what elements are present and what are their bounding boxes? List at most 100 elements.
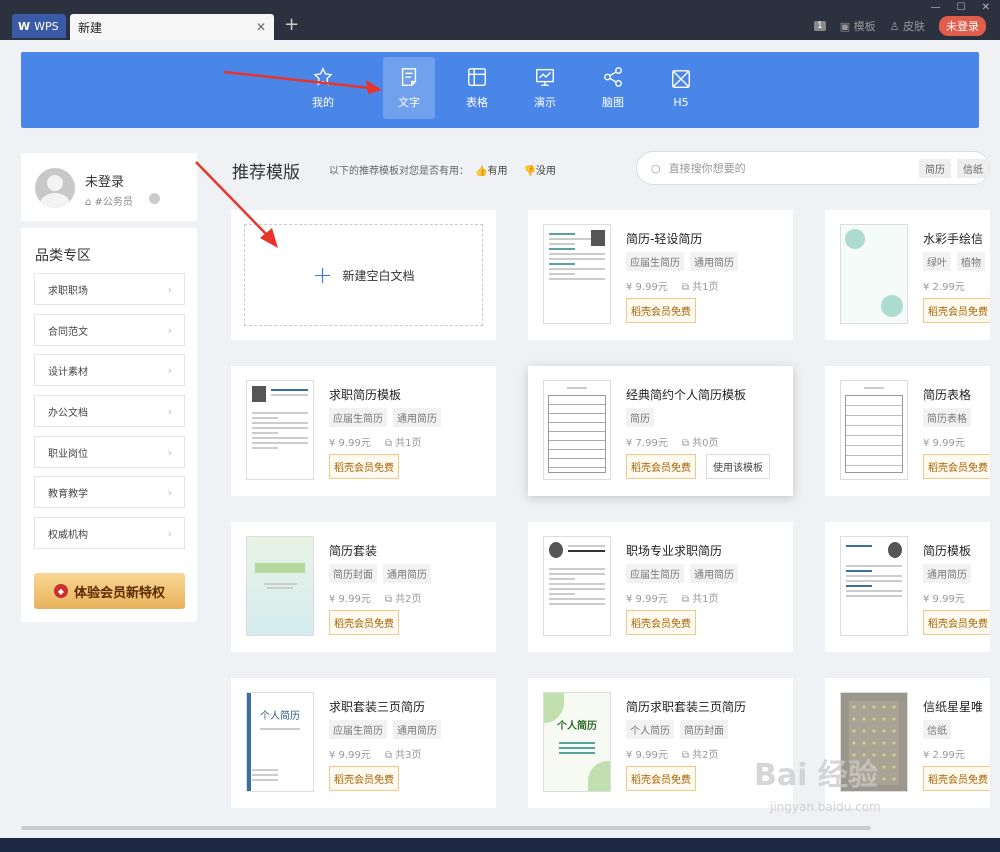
chevron-right-icon: ›	[167, 445, 172, 459]
sidebar-categories: 品类专区 求职职场 › 合同范文 › 设计素材 › 办公文档 › 职业岗位 › 教育教学 ›…	[21, 228, 197, 622]
template-button[interactable]: ▣ 模板	[840, 18, 876, 34]
category-h5[interactable]: H5	[655, 57, 707, 119]
template-price: ¥ 9.99元	[626, 282, 668, 293]
template-tag[interactable]: 应届生简历	[329, 408, 387, 427]
template-card[interactable]: 水彩手绘信 绿叶 植物 ¥ 2.99元 稻壳会员免费	[825, 210, 990, 340]
sidebar-item-label: 求职职场	[48, 285, 88, 297]
sidebar-item-authority[interactable]: 权威机构 ›	[34, 517, 185, 549]
template-thumbnail: 个人简历	[543, 692, 611, 792]
vip-free-badge[interactable]: 稻壳会员免费	[626, 766, 696, 791]
tab-new[interactable]: 新建 ✕	[70, 14, 274, 40]
maximize-icon[interactable]: ☐	[957, 2, 966, 13]
useless-button[interactable]: 👎没用	[523, 162, 555, 177]
close-tab-icon[interactable]: ✕	[256, 20, 266, 34]
login-button[interactable]: 未登录	[939, 16, 986, 36]
new-tab-button[interactable]: +	[284, 14, 299, 35]
horizontal-scrollbar[interactable]	[21, 826, 871, 830]
template-tag[interactable]: 简历封面	[680, 720, 728, 739]
template-tag[interactable]: 简历表格	[923, 408, 971, 427]
sidebar-item-contract[interactable]: 合同范文 ›	[34, 314, 185, 346]
skin-button[interactable]: ♙ 皮肤	[890, 18, 925, 34]
baidu-watermark-url: jingyan.baidu.com	[770, 800, 881, 814]
new-blank-document-card[interactable]: + 新建空白文档	[231, 210, 496, 340]
template-tag[interactable]: 应届生简历	[329, 720, 387, 739]
category-label: 脑图	[602, 96, 624, 109]
template-tag[interactable]: 信纸	[923, 720, 951, 739]
template-tag[interactable]: 简历封面	[329, 564, 377, 583]
sidebar-item-office[interactable]: 办公文档 ›	[34, 395, 185, 427]
template-tag[interactable]: 通用简历	[923, 564, 971, 583]
template-thumbnail	[840, 380, 908, 480]
chevron-right-icon: ›	[167, 485, 172, 499]
vip-free-badge[interactable]: 稻壳会员免费	[329, 610, 399, 635]
template-pages: ⧉ 共2页	[681, 750, 719, 761]
vip-free-badge[interactable]: 稻壳会员免费	[923, 610, 990, 635]
vip-icon: ◆	[53, 584, 68, 598]
search-input[interactable]: ○ 直接搜你想要的 简历 信纸	[636, 151, 990, 185]
titlebar-actions: 1 ▣ 模板 ♙ 皮肤 未登录	[813, 16, 986, 36]
useful-button[interactable]: 👍有用	[475, 162, 507, 177]
template-card[interactable]: 简历表格 简历表格 ¥ 9.99元 稻壳会员免费	[825, 366, 990, 496]
search-tag[interactable]: 信纸	[957, 158, 989, 178]
avatar[interactable]	[35, 168, 75, 208]
template-card[interactable]: 简历套装 简历封面 通用简历 ¥ 9.99元 ⧉ 共2页 稻壳会员免费	[231, 522, 496, 652]
baidu-watermark: Bai 经验	[754, 758, 878, 793]
vip-free-badge[interactable]: 稻壳会员免费	[329, 766, 399, 791]
new-blank-document-button[interactable]: + 新建空白文档	[244, 224, 483, 326]
vip-free-badge[interactable]: 稻壳会员免费	[923, 766, 990, 791]
sidebar-item-position[interactable]: 职业岗位 ›	[34, 436, 185, 468]
feedback-bar: 以下的推荐模板对您是否有用： 👍有用 👎没用	[329, 162, 556, 177]
template-tag[interactable]: 应届生简历	[626, 564, 684, 583]
vip-free-badge[interactable]: 稻壳会员免费	[626, 298, 696, 323]
template-tag[interactable]: 通用简历	[690, 564, 738, 583]
wps-tab-label: WPS	[34, 19, 59, 33]
template-card[interactable]: 简历-轻设简历 应届生简历 通用简历 ¥ 9.99元 ⧉ 共1页 稻壳会员免费	[528, 210, 793, 340]
category-mine[interactable]: 我的	[297, 57, 349, 119]
template-card[interactable]: 个人简历 求职套装三页简历 应届生简历 通用简历 ¥ 9.99元 ⧉ 共3页 稻壳会…	[231, 678, 496, 808]
section-title: 推荐模版	[232, 163, 300, 183]
template-tag[interactable]: 个人简历	[626, 720, 674, 739]
vip-free-badge[interactable]: 稻壳会员免费	[923, 298, 990, 323]
use-template-button[interactable]: 使用该模板	[706, 454, 770, 479]
minimize-icon[interactable]: —	[931, 2, 941, 13]
template-thumbnail	[543, 536, 611, 636]
template-tag[interactable]: 绿叶	[923, 252, 951, 271]
template-card[interactable]: 求职简历模板 应届生简历 通用简历 ¥ 9.99元 ⧉ 共1页 稻壳会员免费	[231, 366, 496, 496]
sidebar-item-education[interactable]: 教育教学 ›	[34, 476, 185, 508]
template-pages: ⧉ 共3页	[384, 750, 422, 761]
user-panel: 未登录 ⌂ #公务员	[21, 153, 197, 221]
template-card[interactable]: 职场专业求职简历 应届生简历 通用简历 ¥ 9.99元 ⧉ 共1页 稻壳会员免费	[528, 522, 793, 652]
template-tag[interactable]: 植物	[957, 252, 985, 271]
category-writer[interactable]: 文字	[383, 57, 435, 119]
vip-free-badge[interactable]: 稻壳会员免费	[626, 610, 696, 635]
template-tag[interactable]: 通用简历	[393, 720, 441, 739]
category-spreadsheet[interactable]: 表格	[451, 57, 503, 119]
vip-trial-button[interactable]: ◆ 体验会员新特权	[34, 573, 185, 609]
wps-home-tab[interactable]: W WPS	[12, 14, 66, 38]
template-tag[interactable]: 通用简历	[383, 564, 431, 583]
category-presentation[interactable]: 演示	[519, 57, 571, 119]
template-price: ¥ 9.99元	[626, 750, 668, 761]
template-pages: ⧉ 共1页	[681, 594, 719, 605]
template-tag[interactable]: 通用简历	[690, 252, 738, 271]
vip-free-badge[interactable]: 稻壳会员免费	[626, 454, 696, 479]
template-card[interactable]: 简历模板 通用简历 ¥ 9.99元 稻壳会员免费	[825, 522, 990, 652]
sidebar-item-label: 设计素材	[48, 366, 88, 378]
template-title: 简历模板	[923, 544, 972, 558]
template-title: 经典简约个人简历模板	[626, 388, 747, 402]
sidebar-item-design[interactable]: 设计素材 ›	[34, 354, 185, 386]
window-close-icon[interactable]: ✕	[982, 2, 990, 13]
user-name[interactable]: 未登录	[85, 171, 124, 190]
template-tag[interactable]: 简历	[626, 408, 654, 427]
template-title: 简历套装	[329, 544, 378, 558]
wps-logo-icon: W	[18, 19, 31, 33]
category-mindmap[interactable]: 脑图	[587, 57, 639, 119]
sidebar-item-job[interactable]: 求职职场 ›	[34, 273, 185, 305]
count-badge[interactable]: 1	[813, 21, 826, 31]
vip-free-badge[interactable]: 稻壳会员免费	[329, 454, 399, 479]
template-card[interactable]: 经典简约个人简历模板 简历 ¥ 7.99元 ⧉ 共0页 稻壳会员免费 使用该模板	[528, 366, 793, 496]
vip-free-badge[interactable]: 稻壳会员免费	[923, 454, 990, 479]
template-tag[interactable]: 通用简历	[393, 408, 441, 427]
search-tag[interactable]: 简历	[919, 158, 951, 178]
template-tag[interactable]: 应届生简历	[626, 252, 684, 271]
